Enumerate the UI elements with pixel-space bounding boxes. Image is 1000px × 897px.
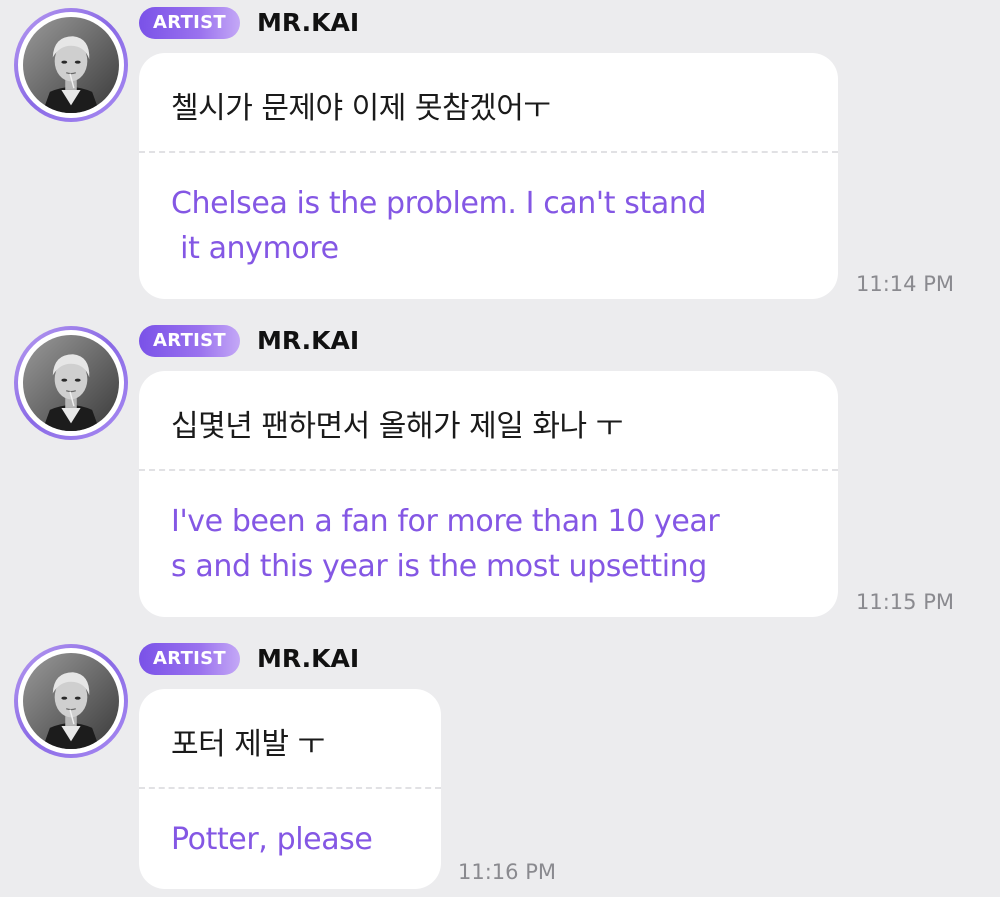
- message-header: ARTIST MR.KAI: [139, 7, 359, 39]
- avatar[interactable]: [14, 326, 128, 440]
- message-bubble[interactable]: 포터 제발 ㅜ Potter, please: [139, 689, 441, 889]
- timestamp: 11:14 PM: [856, 272, 954, 296]
- sender-name[interactable]: MR.KAI: [257, 325, 359, 357]
- timestamp: 11:15 PM: [856, 590, 954, 614]
- sender-name[interactable]: MR.KAI: [257, 643, 359, 675]
- original-text: 첼시가 문제야 이제 못참겠어ㅜ: [171, 91, 551, 126]
- artist-badge: ARTIST: [139, 7, 241, 39]
- timestamp: 11:16 PM: [458, 860, 556, 884]
- original-text: 포터 제발 ㅜ: [171, 727, 325, 762]
- avatar[interactable]: [14, 644, 128, 758]
- avatar[interactable]: [14, 8, 128, 122]
- divider: [139, 151, 838, 153]
- sender-name[interactable]: MR.KAI: [257, 7, 359, 39]
- message-header: ARTIST MR.KAI: [139, 643, 359, 675]
- avatar-photo-icon: [23, 335, 119, 431]
- original-text: 십몇년 팬하면서 올해가 제일 화나 ㅜ: [171, 409, 623, 444]
- artist-badge: ARTIST: [139, 643, 241, 675]
- message-bubble[interactable]: 십몇년 팬하면서 올해가 제일 화나 ㅜ I've been a fan for…: [139, 371, 838, 617]
- translated-text: I've been a fan for more than 10 year s …: [171, 504, 720, 584]
- translated-text: Chelsea is the problem. I can't stand it…: [171, 186, 707, 266]
- divider: [139, 787, 441, 789]
- avatar-photo-icon: [23, 653, 119, 749]
- message-header: ARTIST MR.KAI: [139, 325, 359, 357]
- message-bubble[interactable]: 첼시가 문제야 이제 못참겠어ㅜ Chelsea is the problem.…: [139, 53, 838, 299]
- artist-badge: ARTIST: [139, 325, 241, 357]
- divider: [139, 469, 838, 471]
- avatar-photo-icon: [23, 17, 119, 113]
- translated-text: Potter, please: [171, 822, 373, 857]
